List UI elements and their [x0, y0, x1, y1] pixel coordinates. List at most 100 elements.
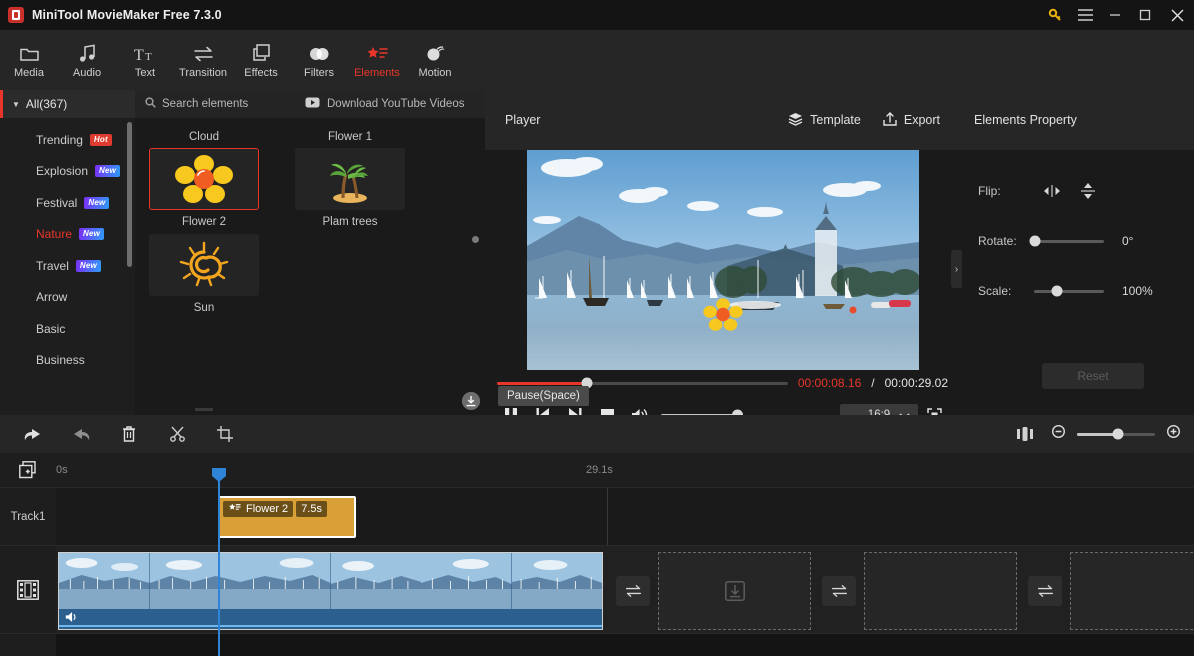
sidebar-item-explosion[interactable]: Explosion New — [0, 156, 135, 188]
zoom-out-button[interactable] — [1051, 424, 1066, 443]
sidebar-item-nature[interactable]: Nature New — [0, 219, 135, 251]
element-name-cloud: Cloud — [188, 131, 220, 143]
scale-handle[interactable] — [1051, 285, 1063, 297]
add-media-icon[interactable] — [0, 461, 56, 479]
flip-horizontal-button[interactable] — [1034, 178, 1070, 204]
download-youtube-button[interactable]: Download YouTube Videos — [305, 97, 464, 111]
player-header-actions: Template Export — [788, 111, 940, 129]
edit-toolbar — [0, 415, 1194, 453]
import-icon — [724, 581, 745, 601]
track-divider — [607, 488, 608, 545]
panel-collapse-toggle[interactable]: › — [951, 250, 962, 288]
track-label: Track1 — [0, 487, 56, 545]
tab-media[interactable]: Media — [0, 31, 58, 89]
tab-effects[interactable]: Effects — [232, 31, 290, 89]
tab-label: Elements — [354, 66, 400, 79]
search-input[interactable]: Search elements — [135, 97, 305, 111]
tab-filters[interactable]: Filters — [290, 31, 348, 89]
time-separator: / — [871, 376, 875, 390]
tab-audio[interactable]: Audio — [58, 31, 116, 89]
tab-label: Filters — [304, 66, 334, 79]
elements-grid: Cloud Flower 1 Flower 2 Plam trees Sun — [135, 118, 485, 415]
playhead-line[interactable] — [218, 471, 220, 656]
flower-icon — [175, 155, 233, 203]
film-icon — [17, 579, 39, 600]
undo-icon[interactable] — [18, 419, 48, 449]
tab-transition[interactable]: Transition — [174, 31, 232, 89]
download-icon[interactable] — [462, 392, 480, 410]
delete-icon[interactable] — [114, 419, 144, 449]
sidebar-item-arrow[interactable]: Arrow — [0, 282, 135, 314]
media-drop-slot-1[interactable] — [658, 552, 811, 630]
extra-track[interactable] — [56, 633, 1194, 656]
category-scrollbar[interactable] — [127, 122, 132, 267]
sidebar-item-trending[interactable]: Trending Hot — [0, 124, 135, 156]
transition-slot-3[interactable] — [1028, 576, 1062, 606]
video-clip[interactable] — [58, 552, 603, 630]
zoom-in-button[interactable] — [1166, 424, 1181, 443]
media-drop-slot-2[interactable] — [864, 552, 1017, 630]
template-button[interactable]: Template — [788, 112, 861, 129]
sidebar-item-business[interactable]: Business — [0, 345, 135, 377]
sidebar-item-travel[interactable]: Travel New — [0, 250, 135, 282]
export-label: Export — [903, 113, 940, 127]
layers-icon — [788, 112, 803, 129]
export-button[interactable]: Export — [883, 111, 940, 129]
zoom-handle[interactable] — [1112, 428, 1124, 440]
player-title: Player — [505, 113, 541, 127]
overlay-element-flower[interactable] — [702, 297, 744, 338]
redo-icon[interactable] — [66, 419, 96, 449]
tab-elements[interactable]: Elements — [348, 31, 406, 89]
video-track[interactable] — [56, 545, 1194, 633]
split-icon[interactable] — [162, 419, 192, 449]
playhead-handle[interactable] — [211, 467, 227, 483]
element-label: Sun — [193, 302, 215, 314]
sidebar-item-basic[interactable]: Basic — [0, 313, 135, 345]
star-list-icon — [366, 42, 388, 62]
element-item-palmtrees[interactable]: Plam trees — [295, 148, 480, 410]
flip-vertical-button[interactable] — [1070, 178, 1106, 204]
reset-button[interactable]: Reset — [1042, 363, 1144, 389]
elements-partial-row — [149, 408, 259, 415]
rotate-handle[interactable] — [1029, 235, 1041, 247]
element-track[interactable]: Flower 2 7.5s — [56, 487, 1194, 545]
element-item-sun[interactable]: Sun — [149, 234, 480, 410]
element-item-flower2[interactable]: Flower 2 — [149, 148, 259, 234]
maximize-button[interactable] — [1130, 0, 1160, 30]
scale-value: 100% — [1122, 284, 1153, 298]
key-icon[interactable] — [1040, 0, 1070, 30]
elements-pager-dot[interactable] — [472, 236, 479, 243]
category-all[interactable]: ▼ All(367) — [0, 90, 135, 118]
video-preview[interactable] — [526, 150, 919, 370]
timeline-ruler[interactable]: 0s 29.1s — [0, 453, 1194, 487]
minimize-button[interactable] — [1100, 0, 1130, 30]
status-badge: New — [95, 165, 121, 178]
crop-icon[interactable] — [210, 419, 240, 449]
clip-name-badge: Flower 2 — [223, 501, 294, 517]
rotate-value: 0° — [1122, 234, 1134, 248]
close-button[interactable] — [1160, 0, 1194, 30]
timeline-clip-flower2[interactable]: Flower 2 7.5s — [218, 496, 356, 538]
clip-audio-bar — [59, 609, 602, 629]
transition-slot-2[interactable] — [822, 576, 856, 606]
timeline-zoom-slider[interactable] — [1077, 428, 1155, 440]
menu-icon[interactable] — [1070, 0, 1100, 30]
rotate-slider[interactable] — [1029, 235, 1104, 247]
element-thumbnail[interactable] — [149, 234, 259, 296]
sidebar-item-festival[interactable]: Festival New — [0, 187, 135, 219]
element-thumbnail[interactable] — [149, 148, 259, 210]
seek-slider[interactable] — [497, 377, 788, 389]
transition-slot-1[interactable] — [616, 576, 650, 606]
tab-label: Text — [134, 66, 156, 79]
tab-text[interactable]: TT Text — [116, 31, 174, 89]
player-header: Player Template Export — [485, 90, 960, 150]
media-drop-slot-3[interactable] — [1070, 552, 1194, 630]
folder-icon — [19, 42, 39, 62]
scale-slider[interactable] — [1034, 285, 1104, 297]
motion-circle-icon — [425, 42, 445, 62]
clip-name-label: Flower 2 — [246, 503, 289, 515]
tab-motion[interactable]: Motion — [406, 31, 464, 89]
element-thumbnail[interactable] — [295, 148, 405, 210]
element-label: Flower 2 — [181, 216, 227, 228]
fit-timeline-icon[interactable] — [1010, 419, 1040, 449]
